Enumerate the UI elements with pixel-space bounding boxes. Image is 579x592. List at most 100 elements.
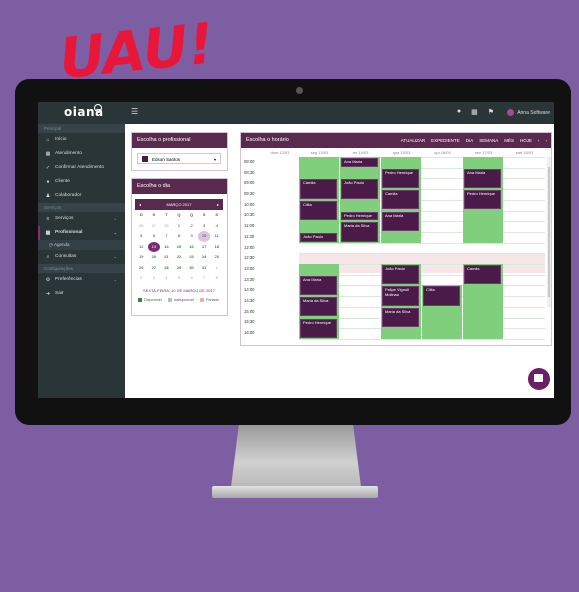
next-month-icon[interactable]: ▸ [217, 199, 219, 210]
scrollbar-thumb[interactable] [548, 167, 550, 297]
calendar-day[interactable]: 7 [160, 231, 173, 242]
calendar-day[interactable]: 2 [135, 273, 148, 284]
sidebar-subitem-agenda[interactable]: ◷ Agenda [38, 240, 125, 250]
sidebar-item-cliente[interactable]: ● Cliente [38, 175, 125, 189]
calendar-day[interactable]: 19 [135, 252, 148, 263]
schedule-tool-button[interactable]: DIA [466, 133, 474, 148]
available-slot[interactable] [299, 157, 339, 243]
calendar-day[interactable]: 26 [135, 221, 148, 232]
appointment[interactable]: Pedro Henrique [382, 168, 419, 189]
sidebar-item-servicos[interactable]: ≡ Serviços ⌄ [38, 212, 125, 226]
calendar-day[interactable]: 6 [148, 231, 161, 242]
appointment[interactable]: Maria da Silva [341, 222, 378, 242]
calendar-day[interactable]: 9 [185, 231, 198, 242]
schedule-tool-button[interactable]: ‹ [538, 133, 540, 148]
schedule-tool-button[interactable]: › [546, 133, 548, 148]
toolbar-icons: ● ▦ ⚑ [457, 108, 494, 116]
calendar-day[interactable]: 26 [135, 263, 148, 274]
calendar-day[interactable]: 1 [173, 221, 186, 232]
sidebar-item-sair[interactable]: ➜ Sair [38, 287, 125, 301]
sidebar-item-atendimento[interactable]: ▦ Atendimento [38, 147, 125, 161]
calendar-day[interactable]: 29 [173, 263, 186, 274]
calendar-day[interactable]: 31 [198, 263, 211, 274]
calendar-day[interactable]: 10 [197, 231, 211, 242]
calendar-day[interactable]: 22 [173, 252, 186, 263]
calendar-grid: D S T Q Q S S 26 27 28 1 2 3 4 5 6 7 8 9 10 11 12 13 14 15 16 17 18… [135, 210, 223, 284]
calendar-day[interactable]: 3 [198, 221, 211, 232]
calendar-day[interactable]: 3 [148, 273, 161, 284]
appointment[interactable]: Maria da Silva [382, 307, 419, 328]
calendar-day[interactable]: 15 [173, 242, 186, 253]
calendar-day[interactable]: 8 [173, 231, 186, 242]
calendar-day[interactable]: 7 [198, 273, 211, 284]
calendar-day[interactable]: 27 [148, 263, 161, 274]
appointment[interactable]: Maria da Silva [300, 297, 337, 317]
exit-icon: ➜ [45, 291, 51, 297]
menu-icon[interactable]: ☰ [131, 107, 138, 116]
sidebar-item-colaborador[interactable]: ♟ Colaborador [38, 189, 125, 203]
sidebar-item-profissional[interactable]: ▦ Profissional ⌄ [38, 226, 125, 240]
calendar-day[interactable]: 20 [148, 252, 161, 263]
sidebar-item-inicio[interactable]: ⌂ Início [38, 133, 125, 147]
professional-select[interactable]: Edson Santos ▾ [137, 153, 221, 164]
calendar-day[interactable]: 17 [198, 242, 211, 253]
calendar-day[interactable]: 24 [198, 252, 211, 263]
calendar-day[interactable]: 30 [185, 263, 198, 274]
sidebar-item-consultas[interactable]: ⌕ Consultas ⌄ [38, 250, 125, 264]
appointment[interactable]: Ana Maria [341, 158, 378, 167]
flag-icon[interactable]: ⚑ [488, 108, 494, 116]
legend-unavailable: Indisponível [167, 297, 194, 302]
sidebar-item-label: Profissional [55, 230, 83, 235]
calendar-day[interactable]: 25 [210, 252, 223, 263]
calendar-day[interactable]: 2 [185, 221, 198, 232]
appointment[interactable]: João Paulo [341, 179, 378, 199]
appointment[interactable]: Felipe Vignoli Molinau [382, 286, 419, 306]
appointment[interactable]: Ana Maria [464, 168, 501, 189]
sidebar-item-preferencias[interactable]: ⚙ Preferências ⌄ [38, 273, 125, 287]
calendar-day[interactable]: 11 [210, 231, 223, 242]
appointment[interactable]: Cilila [423, 286, 460, 306]
appointment[interactable]: Camila [464, 265, 501, 285]
calendar-day[interactable]: 27 [148, 221, 161, 232]
calendar-day[interactable]: 12 [135, 242, 148, 253]
calendar-day[interactable]: 23 [185, 252, 198, 263]
user-menu[interactable]: Anna Software [507, 109, 550, 116]
appointment[interactable]: Ana Maria [300, 275, 337, 296]
chat-button[interactable] [528, 368, 550, 390]
schedule-scrollbar[interactable] [547, 157, 551, 307]
calendar-day[interactable]: 5 [135, 231, 148, 242]
appointment[interactable]: Pedro Henrique [341, 211, 378, 221]
calendar-day[interactable]: 21 [160, 252, 173, 263]
calendar-day[interactable]: 4 [160, 273, 173, 284]
appointment[interactable]: Cilila [300, 200, 337, 221]
gear-icon: ⚙ [45, 277, 51, 283]
calendar-day[interactable]: 16 [185, 242, 198, 253]
calendar-day[interactable]: 13 [147, 241, 161, 252]
calendar-day[interactable]: 8 [210, 273, 223, 284]
schedule-tool-button[interactable]: SEMANA [479, 133, 498, 148]
calendar-day[interactable]: 1 [210, 263, 223, 274]
appointment[interactable]: João Paulo [382, 265, 419, 285]
prev-month-icon[interactable]: ◂ [139, 199, 141, 210]
appointment[interactable]: Camila [300, 179, 337, 199]
bell-icon[interactable]: ● [457, 108, 461, 116]
appointment[interactable]: Pedro Henrique [464, 190, 501, 210]
calendar-icon[interactable]: ▦ [471, 108, 478, 116]
calendar-day[interactable]: 28 [160, 263, 173, 274]
schedule-tool-button[interactable]: HOJE [520, 133, 532, 148]
schedule-tool-button[interactable]: MÊS [504, 133, 514, 148]
headline-text: UAU! [56, 11, 217, 78]
calendar-day[interactable]: 28 [160, 221, 173, 232]
sidebar-item-confirmar[interactable]: ✓ Confirmar Atendimento [38, 161, 125, 175]
schedule-tool-button[interactable]: EXPEDIENTE [431, 133, 460, 148]
appointment[interactable]: Camila [382, 190, 419, 210]
schedule-tool-button[interactable]: ATUALIZAR [401, 133, 425, 148]
calendar-day[interactable]: 4 [210, 221, 223, 232]
calendar-day[interactable]: 14 [160, 242, 173, 253]
appointment[interactable]: João Paulo [300, 232, 337, 242]
appointment[interactable]: Pedro Henrique [300, 318, 337, 338]
calendar-day[interactable]: 5 [173, 273, 186, 284]
calendar-day[interactable]: 18 [210, 242, 223, 253]
appointment[interactable]: Ana Maria [382, 211, 419, 231]
calendar-day[interactable]: 6 [185, 273, 198, 284]
